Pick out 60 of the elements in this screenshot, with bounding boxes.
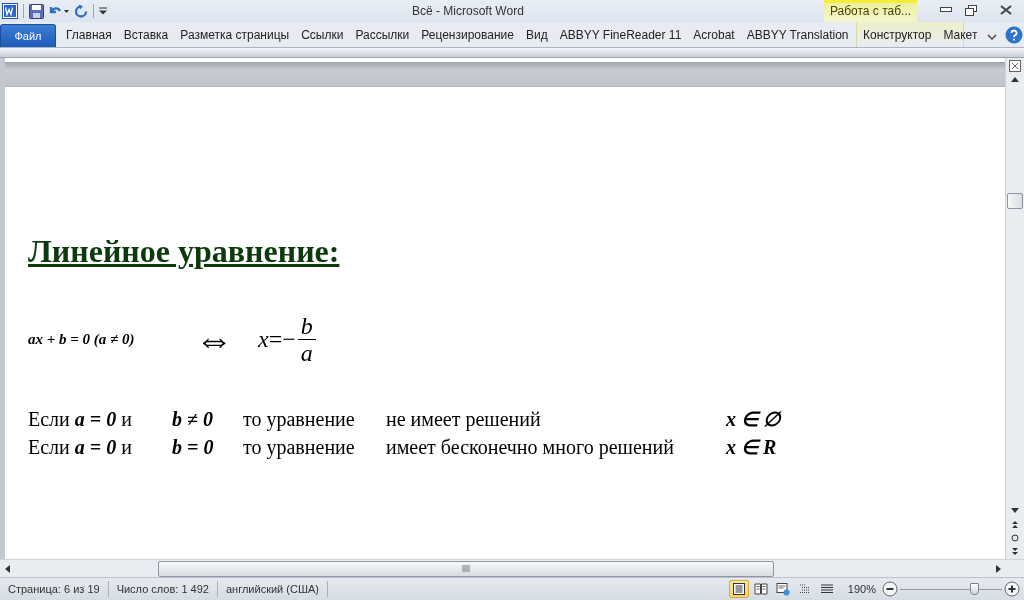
- numerator: b: [299, 312, 314, 339]
- equivalence-symbol: ⇔: [195, 320, 234, 358]
- contextual-tab-header: Работа с таб...: [824, 0, 917, 22]
- formula: x ∈ ∅: [726, 407, 780, 431]
- text: то уравнение: [243, 435, 355, 459]
- language[interactable]: английский (США): [217, 581, 328, 597]
- scrollbar-thumb[interactable]: [158, 560, 774, 577]
- page-count[interactable]: Страница: 6 из 19: [0, 581, 109, 597]
- double-down-arrow-icon: [1011, 548, 1019, 556]
- page-icon: [731, 582, 746, 596]
- formula: b ≠ 0: [172, 407, 213, 431]
- ribbon-tab[interactable]: Вид: [519, 23, 554, 46]
- zoom-in-icon[interactable]: [1004, 581, 1020, 597]
- zoom-slider-thumb[interactable]: [970, 583, 980, 595]
- heading: Линейное уравнение:: [28, 233, 340, 269]
- view-button[interactable]: [728, 580, 749, 598]
- save-icon[interactable]: [27, 1, 46, 21]
- ribbon-tab[interactable]: Вставка: [117, 23, 175, 46]
- up-arrow-icon: [1011, 76, 1019, 84]
- left-arrow-icon: [4, 564, 12, 573]
- ribbon-tab[interactable]: Макет: [937, 23, 984, 46]
- word-logo-icon[interactable]: [0, 1, 20, 21]
- zoom-level[interactable]: 190%: [847, 583, 876, 595]
- double-up-arrow-icon: [1011, 520, 1019, 528]
- ribbon-tab[interactable]: Рассылки: [349, 23, 416, 46]
- text: Если a = 0 и: [28, 407, 132, 431]
- text: Если a = 0 и: [28, 435, 132, 459]
- text: не имеет решений: [386, 407, 541, 431]
- down-arrow-icon: [1011, 506, 1019, 514]
- ruler-toggle-icon[interactable]: [1007, 59, 1023, 73]
- solution-sign: =−: [268, 325, 296, 353]
- grip-icon: [462, 565, 470, 572]
- scrollbar-thumb[interactable]: [1007, 193, 1023, 209]
- ribbon-tab[interactable]: ABBYY FineReader 11: [553, 23, 688, 46]
- solution-lhs: x: [258, 325, 269, 353]
- outline-icon: [797, 582, 812, 596]
- web-page-icon: [775, 582, 790, 596]
- ribbon-tab[interactable]: ABBYY Translation: [740, 23, 855, 46]
- help-icon[interactable]: [1003, 25, 1024, 45]
- close-icon: [1000, 5, 1012, 15]
- formula: b = 0: [172, 435, 214, 459]
- zoom-out-icon[interactable]: [882, 581, 898, 597]
- word-count[interactable]: Число слов: 1 492: [108, 581, 218, 597]
- equation: ax + b = 0 (a ≠ 0): [28, 330, 136, 348]
- ribbon-tab[interactable]: Разметка страницы: [174, 23, 296, 46]
- window-title: Всё - Microsoft Word: [412, 4, 524, 18]
- right-arrow-icon: [994, 564, 1002, 573]
- restore-icon: [965, 4, 977, 16]
- ribbon-tab[interactable]: Рецензирование: [415, 23, 520, 46]
- ribbon-tab[interactable]: Acrobat: [687, 23, 741, 46]
- book-icon: [753, 582, 768, 596]
- text: имеет бесконечно много решений: [386, 435, 674, 459]
- lines-icon: [819, 582, 834, 596]
- text: то уравнение: [243, 407, 355, 431]
- minimize-icon: [940, 7, 952, 13]
- ribbon-tab[interactable]: Главная: [60, 23, 118, 46]
- file-tab[interactable]: Файл: [0, 24, 56, 47]
- formula: x ∈ R: [726, 435, 777, 459]
- ribbon-tab[interactable]: Ссылки: [295, 23, 350, 46]
- denominator: a: [299, 339, 314, 366]
